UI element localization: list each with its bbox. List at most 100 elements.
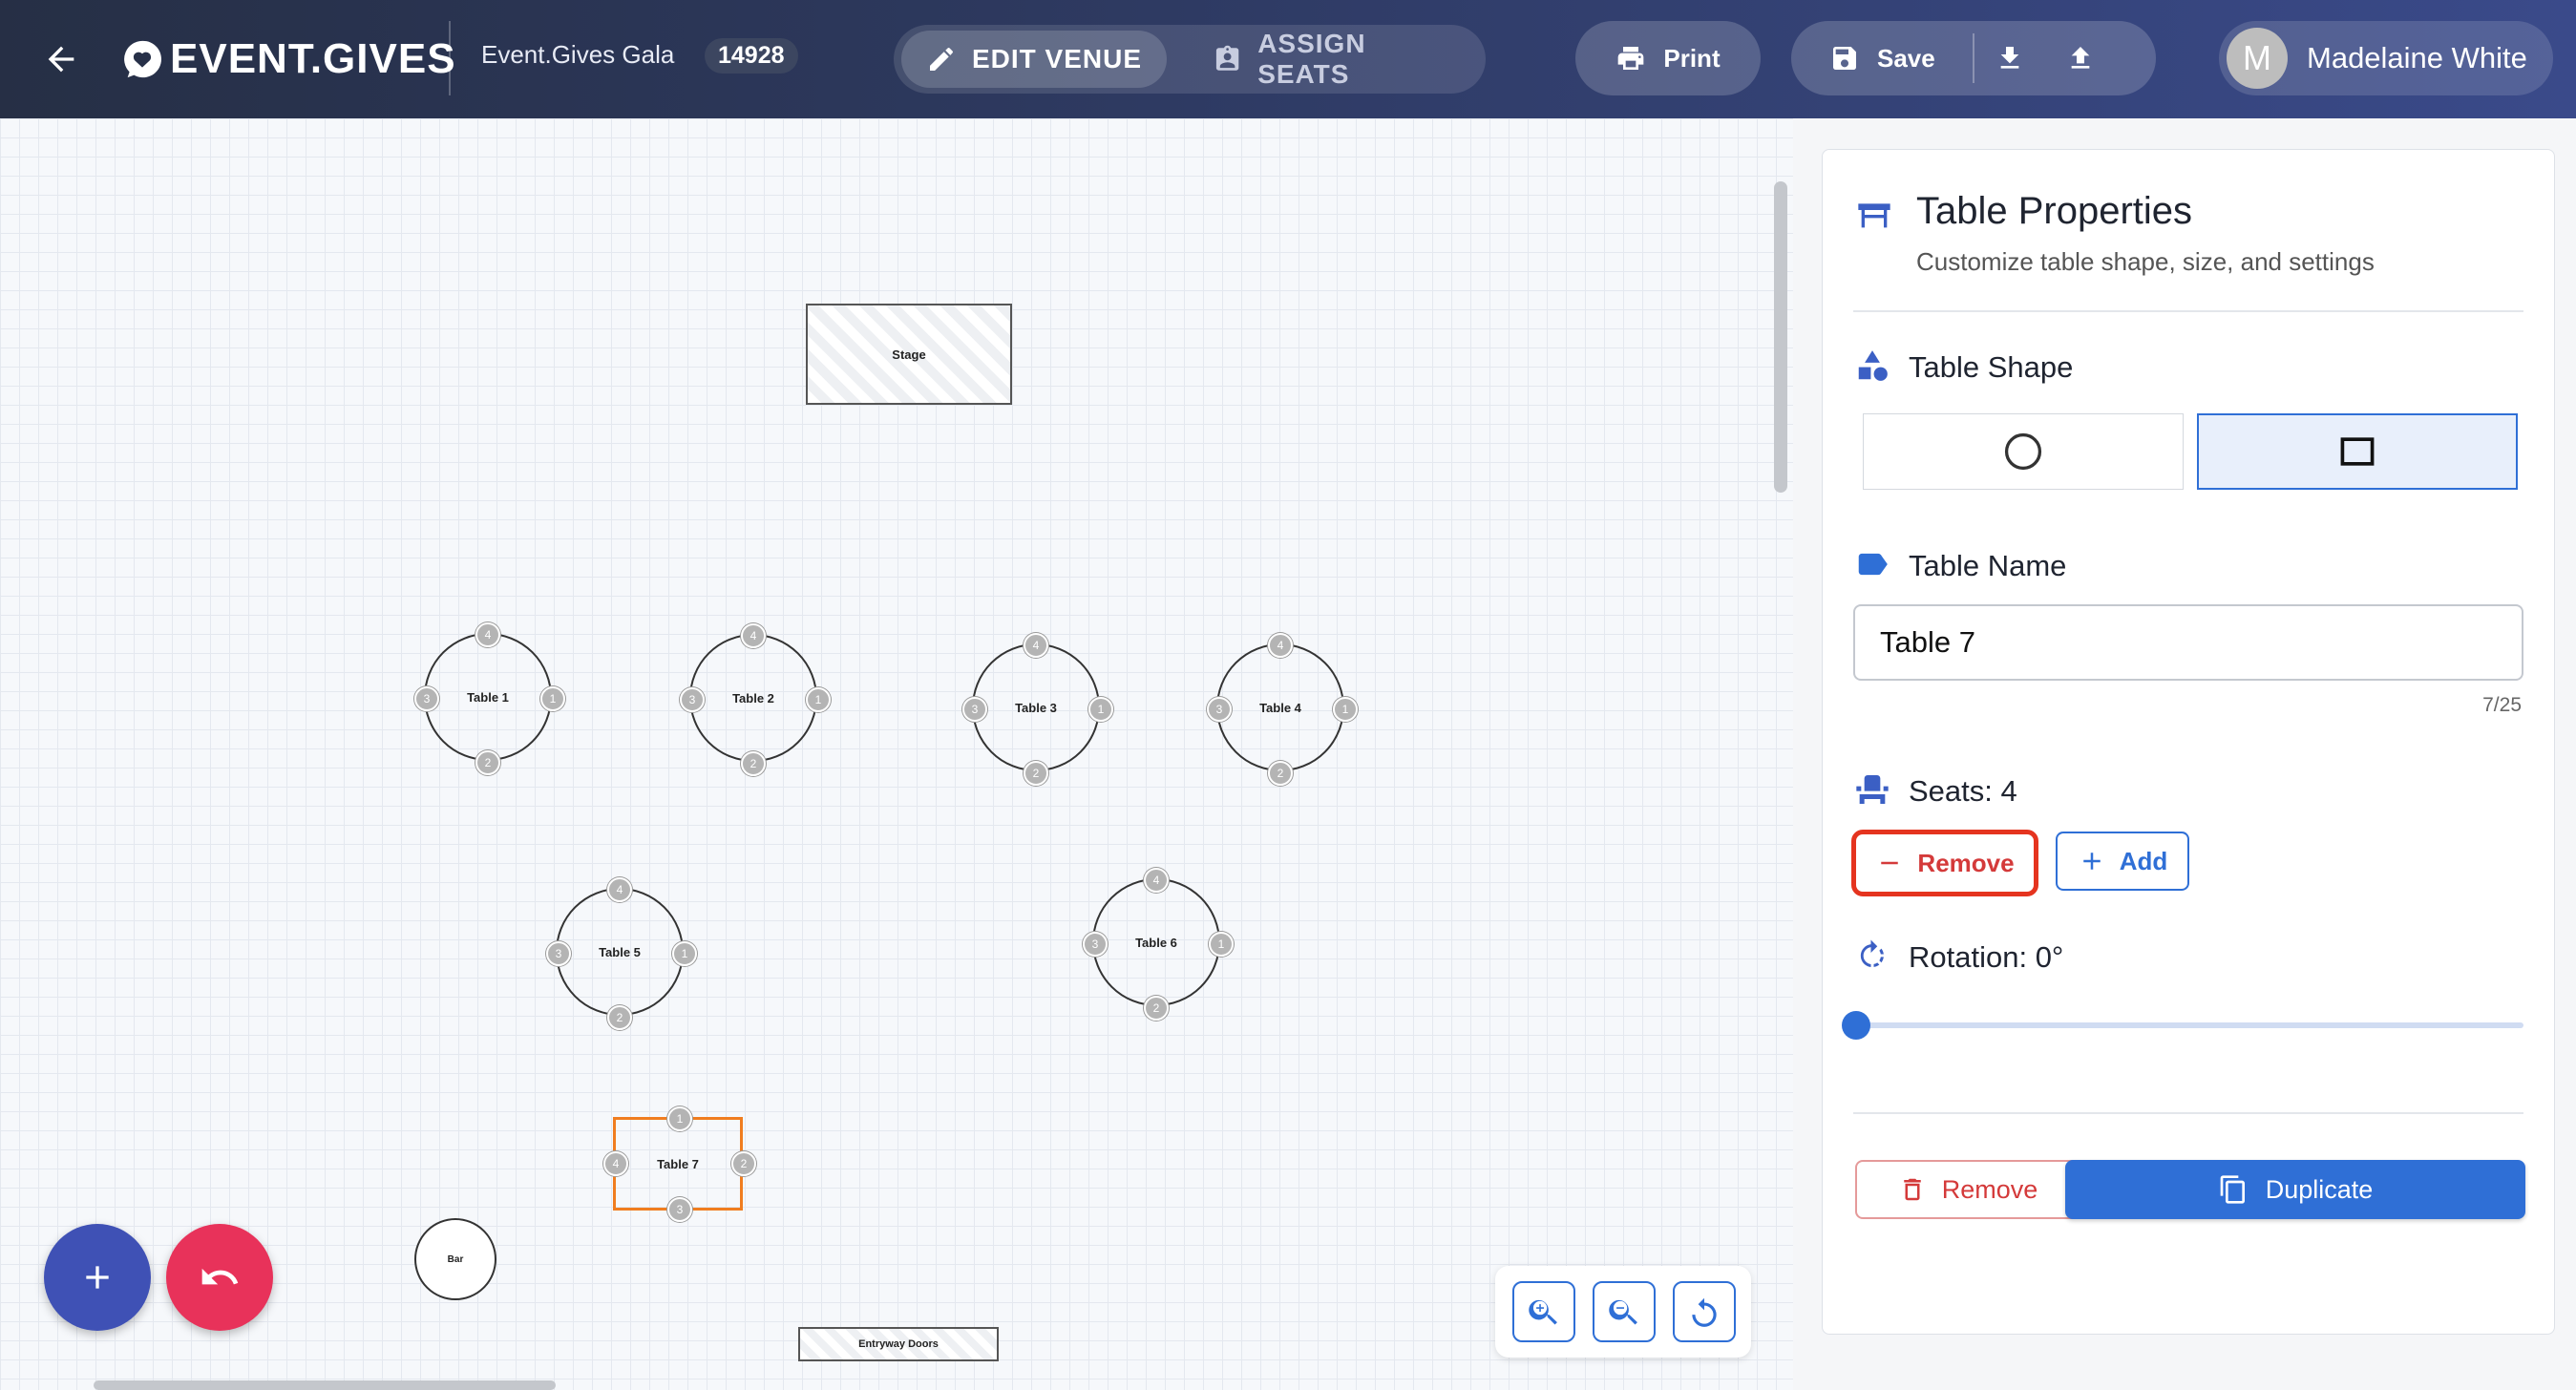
upload-button[interactable] — [2045, 43, 2116, 74]
seat-4[interactable]: 4 — [1144, 868, 1169, 893]
save-group: Save — [1791, 21, 2156, 95]
avatar: M — [2227, 28, 2288, 89]
remove-seat-button[interactable]: Remove — [1851, 830, 2038, 896]
table-4[interactable]: Table 4 — [1216, 643, 1344, 771]
seat-3[interactable]: 3 — [1083, 932, 1108, 957]
header-divider — [449, 21, 451, 95]
seat-2[interactable]: 2 — [607, 1005, 632, 1030]
remove-table-button[interactable]: Remove — [1855, 1160, 2080, 1219]
table-6[interactable]: Table 6 — [1092, 878, 1220, 1006]
seat-4[interactable]: 4 — [1268, 633, 1293, 658]
seat-3[interactable]: 3 — [414, 686, 439, 711]
undo-button[interactable] — [166, 1224, 273, 1331]
table-label: Table 3 — [1015, 700, 1057, 715]
seat-1[interactable]: 1 — [1088, 697, 1113, 722]
seat-3[interactable]: 3 — [680, 687, 705, 712]
seat-3[interactable]: 3 — [667, 1197, 692, 1222]
zoom-out-icon — [1609, 1299, 1637, 1325]
shape-option-square[interactable] — [2197, 413, 2518, 490]
panel-subtitle: Customize table shape, size, and setting… — [1916, 247, 2375, 276]
seat-4[interactable]: 4 — [741, 623, 766, 648]
pencil-icon — [930, 48, 953, 71]
zoom-in-icon — [1529, 1299, 1557, 1325]
table-label: Table 6 — [1135, 935, 1177, 950]
upload-icon — [2071, 47, 2090, 69]
seat-2[interactable]: 2 — [1024, 761, 1048, 786]
seat-4[interactable]: 4 — [475, 622, 500, 647]
top-bar: EVENT.GIVES Event.Gives Gala 14928 EDIT … — [0, 0, 2576, 118]
floppy-icon — [1833, 47, 1856, 70]
seat-3[interactable]: 3 — [546, 941, 571, 966]
seat-1[interactable]: 1 — [672, 941, 697, 966]
seat-4[interactable]: 4 — [607, 877, 632, 902]
add-seat-button[interactable]: Add — [2056, 832, 2189, 891]
seat-1[interactable]: 1 — [540, 686, 565, 711]
heart-speech-icon — [124, 40, 161, 78]
seat-4[interactable]: 4 — [1024, 633, 1048, 658]
remove-seat-label: Remove — [1917, 848, 2015, 877]
table-label: Table 4 — [1259, 700, 1301, 715]
tab-assign-seats[interactable]: ASSIGN SEATS — [1188, 29, 1486, 89]
venue-canvas[interactable]: Stage Table 1 4 1 2 3 Table 2 4 1 2 3 Ta… — [0, 118, 1793, 1390]
table-name-input[interactable] — [1853, 604, 2523, 681]
download-button[interactable] — [1974, 43, 2045, 74]
shapes-icon — [1853, 347, 1891, 385]
seat-1[interactable]: 1 — [806, 687, 831, 712]
undo-icon — [201, 1268, 239, 1285]
table-icon — [1855, 196, 1893, 234]
download-icon — [2000, 47, 2019, 69]
seat-2[interactable]: 2 — [1268, 761, 1293, 786]
shape-option-circle[interactable] — [1863, 413, 2184, 490]
arrow-left-icon — [48, 46, 74, 73]
seat-1[interactable]: 1 — [667, 1106, 692, 1131]
rotation-slider-track[interactable] — [1853, 1022, 2523, 1028]
add-element-button[interactable] — [44, 1224, 151, 1331]
table-name-label: Table Name — [1909, 549, 2067, 582]
save-button[interactable]: Save — [1791, 43, 1973, 74]
table-label: Table 5 — [599, 944, 641, 959]
user-menu[interactable]: M Madelaine White — [2219, 21, 2553, 95]
bar-area[interactable]: Bar — [414, 1218, 496, 1300]
reset-view-button[interactable] — [1673, 1281, 1736, 1342]
table-1[interactable]: Table 1 — [424, 633, 552, 761]
print-button[interactable]: Print — [1575, 21, 1761, 95]
seat-2[interactable]: 2 — [475, 750, 500, 775]
rotation-label: Rotation: 0° — [1909, 940, 2064, 974]
duplicate-label: Duplicate — [2265, 1174, 2374, 1204]
seat-icon — [1853, 770, 1891, 809]
zoom-in-button[interactable] — [1512, 1281, 1575, 1342]
seat-2[interactable]: 2 — [731, 1151, 756, 1176]
rotate-icon — [1853, 937, 1891, 975]
table-5[interactable]: Table 5 — [556, 888, 684, 1016]
back-button[interactable] — [32, 31, 90, 88]
table-label: Table 1 — [467, 689, 509, 705]
entryway-doors[interactable]: Entryway Doors — [798, 1327, 999, 1361]
seat-3[interactable]: 3 — [962, 697, 987, 722]
stage-area[interactable]: Stage — [806, 304, 1012, 405]
table-2[interactable]: Table 2 — [689, 634, 817, 762]
vertical-scrollbar[interactable] — [1774, 181, 1787, 493]
horizontal-scrollbar[interactable] — [94, 1380, 556, 1390]
tab-edit-venue[interactable]: EDIT VENUE — [901, 31, 1168, 88]
zoom-out-button[interactable] — [1593, 1281, 1656, 1342]
print-label: Print — [1663, 43, 1721, 73]
seat-1[interactable]: 1 — [1209, 932, 1234, 957]
duplicate-table-button[interactable]: Duplicate — [2065, 1160, 2525, 1219]
badge-icon — [1215, 45, 1239, 71]
seat-1[interactable]: 1 — [1333, 697, 1358, 722]
panel-title: Table Properties — [1916, 190, 2193, 232]
seat-2[interactable]: 2 — [741, 751, 766, 776]
trash-icon — [1903, 1178, 1921, 1201]
copy-icon — [2220, 1175, 2245, 1204]
table-3[interactable]: Table 3 — [972, 643, 1100, 771]
rotation-slider-thumb[interactable] — [1842, 1011, 1870, 1040]
tab-assign-seats-label: ASSIGN SEATS — [1257, 29, 1366, 89]
brand-logo[interactable]: EVENT.GIVES — [120, 29, 456, 90]
seat-4[interactable]: 4 — [603, 1151, 628, 1176]
refresh-icon — [1692, 1297, 1717, 1327]
add-seat-label: Add — [2119, 846, 2168, 875]
table-shape-label: Table Shape — [1909, 350, 2074, 384]
seat-2[interactable]: 2 — [1144, 996, 1169, 1021]
seat-3[interactable]: 3 — [1207, 697, 1232, 722]
printer-icon — [1618, 47, 1644, 70]
